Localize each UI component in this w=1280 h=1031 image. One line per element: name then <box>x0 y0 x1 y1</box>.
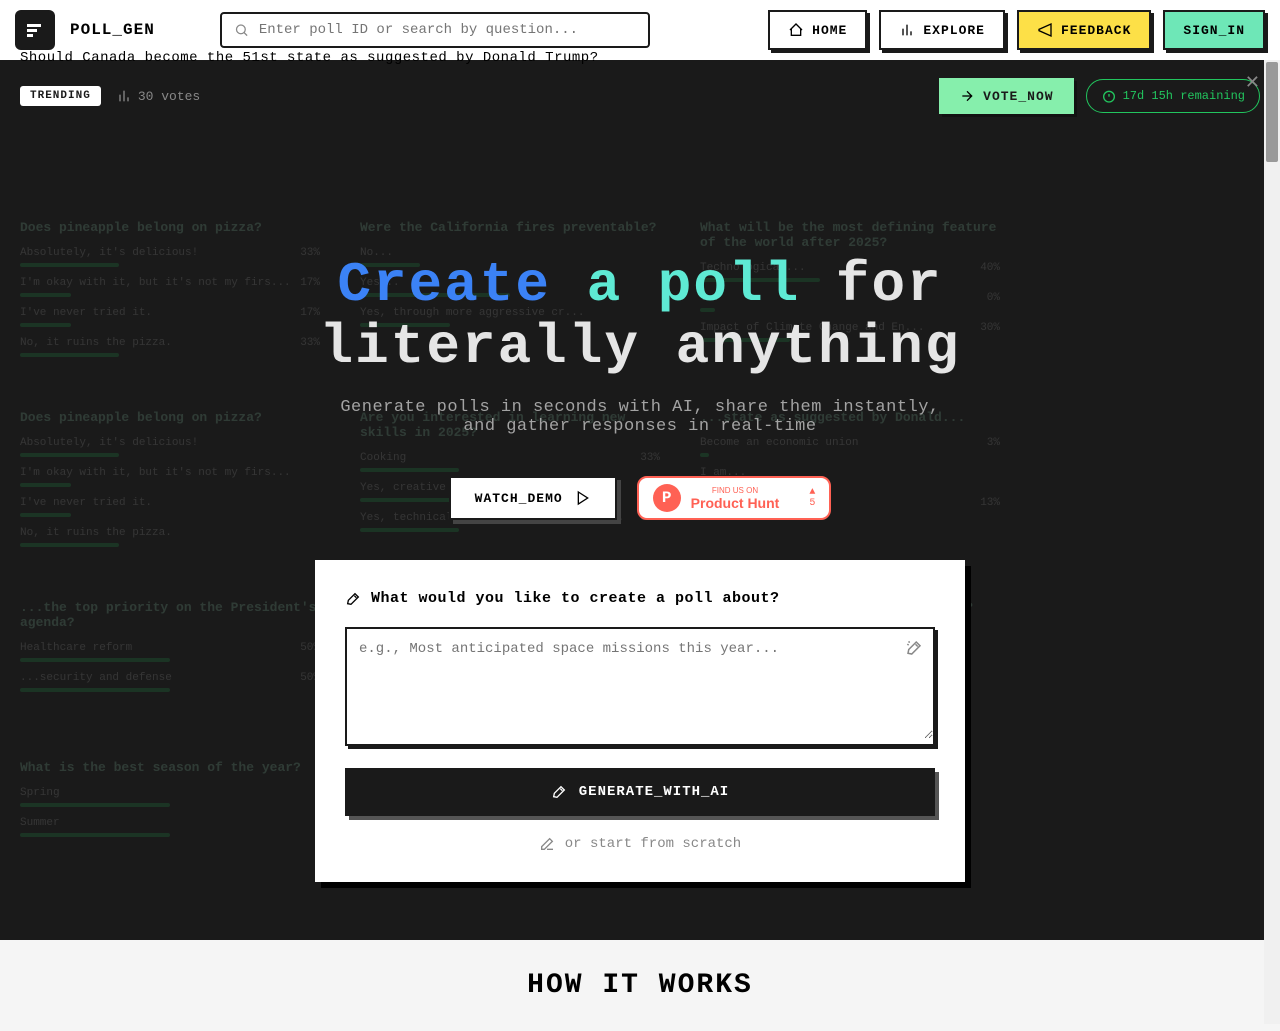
play-icon <box>575 490 591 506</box>
generate-button[interactable]: GENERATE_WITH_AI <box>345 768 935 816</box>
close-icon[interactable]: ✕ <box>1245 72 1260 94</box>
ph-small-text: FIND US ON <box>691 486 780 495</box>
explore-button[interactable]: EXPLORE <box>879 10 1005 50</box>
trending-badge: TRENDING <box>20 86 101 106</box>
search-box[interactable] <box>220 12 650 48</box>
signin-label: SIGN_IN <box>1183 23 1245 38</box>
wand-icon <box>345 591 361 607</box>
feedback-label: FEEDBACK <box>1061 23 1131 38</box>
trending-question: Should Canada become the 51st state as s… <box>20 50 599 66</box>
logo-icon[interactable] <box>15 10 55 50</box>
megaphone-icon <box>1037 22 1053 38</box>
feedback-button[interactable]: FEEDBACK <box>1017 10 1151 50</box>
explore-label: EXPLORE <box>923 23 985 38</box>
hero-section: Does pineapple belong on pizza?Absolutel… <box>0 160 1280 940</box>
logo-text[interactable]: POLL_GEN <box>70 21 155 39</box>
create-poll-card: What would you like to create a poll abo… <box>315 560 965 882</box>
watch-demo-label: WATCH_DEMO <box>475 491 563 506</box>
vote-now-label: VOTE_NOW <box>983 89 1053 104</box>
vote-now-button[interactable]: VOTE_NOW <box>939 78 1073 114</box>
how-it-works-section: HOW IT WORKS <box>0 940 1280 1031</box>
home-label: HOME <box>812 23 847 38</box>
poll-topic-input[interactable] <box>347 629 933 739</box>
watch-demo-button[interactable]: WATCH_DEMO <box>449 476 617 520</box>
home-icon <box>788 22 804 38</box>
generate-label: GENERATE_WITH_AI <box>579 784 729 800</box>
create-prompt: What would you like to create a poll abo… <box>345 590 935 607</box>
signin-button[interactable]: SIGN_IN <box>1163 10 1265 50</box>
textarea-wrap <box>345 627 935 746</box>
ph-big-text: Product Hunt <box>691 495 780 511</box>
product-hunt-button[interactable]: P FIND US ON Product Hunt ▲ 5 <box>637 476 832 520</box>
up-triangle-icon: ▲ <box>809 487 815 498</box>
search-input[interactable] <box>259 22 636 38</box>
time-remaining: 17d 15h remaining <box>1086 79 1260 113</box>
timer-icon <box>1101 88 1117 104</box>
ph-votes: ▲ 5 <box>809 487 815 509</box>
scratch-link[interactable]: or start from scratch <box>345 836 935 852</box>
nav-buttons: HOME EXPLORE FEEDBACK SIGN_IN <box>768 10 1265 50</box>
edit-icon <box>539 836 555 852</box>
product-hunt-icon: P <box>653 484 681 512</box>
wand-button[interactable] <box>905 639 923 662</box>
hero-buttons: WATCH_DEMO P FIND US ON Product Hunt ▲ 5 <box>0 476 1280 520</box>
hero-title: Create a poll for literally anything <box>0 255 1280 378</box>
scrollbar-thumb[interactable] <box>1266 62 1278 162</box>
chart-icon <box>116 88 132 104</box>
arrow-right-icon <box>959 88 975 104</box>
how-title: HOW IT WORKS <box>0 970 1280 1001</box>
wand-icon <box>551 784 567 800</box>
hero-subtitle: Generate polls in seconds with AI, share… <box>340 398 940 436</box>
trending-banner: TRENDING 30 votes VOTE_NOW 17d 15h remai… <box>0 60 1280 160</box>
home-button[interactable]: HOME <box>768 10 867 50</box>
vote-count: 30 votes <box>116 88 200 104</box>
chart-icon <box>899 22 915 38</box>
search-icon <box>234 22 249 38</box>
